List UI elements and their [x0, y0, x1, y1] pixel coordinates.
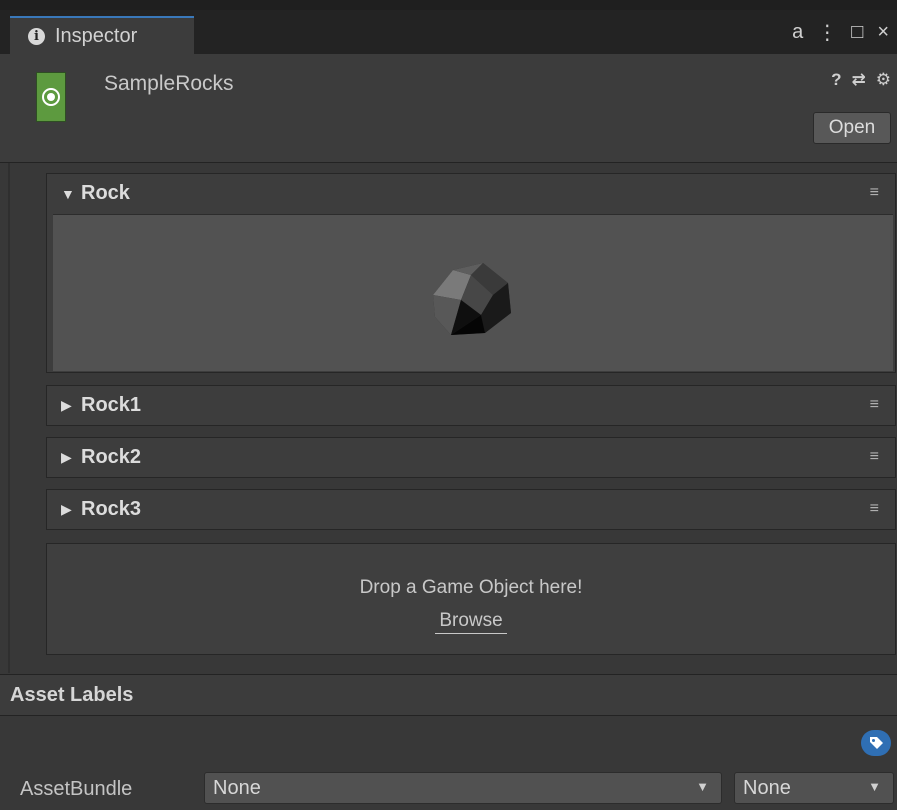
assetbundle-value: None: [213, 776, 261, 799]
foldout-rock1: ▶ Rock1 ≡: [46, 385, 896, 426]
chevron-down-icon[interactable]: ▼: [61, 186, 81, 202]
asset-label-tag-button[interactable]: [861, 730, 891, 756]
gear-icon[interactable]: ⚙: [876, 70, 891, 90]
foldout-rock2: ▶ Rock2 ≡: [46, 437, 896, 478]
maximize-icon[interactable]: □: [851, 21, 863, 44]
game-object-drop-zone[interactable]: Drop a Game Object here! Browse: [46, 543, 896, 655]
inspector-header: [0, 54, 897, 163]
asset-type-icon: [36, 72, 66, 122]
foldout-header-rock[interactable]: ▼ Rock ≡: [47, 174, 895, 213]
chevron-right-icon[interactable]: ▶: [61, 501, 81, 518]
asset-name: SampleRocks: [104, 72, 234, 95]
foldout-title: Rock3: [81, 498, 142, 520]
tag-icon: [870, 737, 883, 749]
assetbundle-variant-dropdown[interactable]: None ▼: [734, 772, 894, 804]
tab-inspector[interactable]: i Inspector: [10, 16, 194, 54]
chevron-down-icon: ▼: [696, 779, 709, 794]
chevron-right-icon[interactable]: ▶: [61, 449, 81, 466]
foldout-title: Rock: [81, 182, 130, 204]
tab-label: Inspector: [55, 24, 138, 47]
assetbundle-label: AssetBundle: [20, 778, 133, 800]
assetbundle-dropdown[interactable]: None ▼: [204, 772, 722, 804]
browse-link[interactable]: Browse: [435, 610, 507, 634]
lock-icon[interactable]: a: [792, 21, 803, 44]
menu-icon[interactable]: ≡: [870, 500, 879, 518]
open-button[interactable]: Open: [813, 112, 891, 144]
chevron-right-icon[interactable]: ▶: [61, 397, 81, 414]
foldout-header-rock3[interactable]: ▶ Rock3 ≡: [47, 490, 895, 529]
asset-labels-header[interactable]: Asset Labels: [0, 674, 897, 716]
drop-zone-message: Drop a Game Object here!: [359, 577, 583, 598]
foldout-rock3: ▶ Rock3 ≡: [46, 489, 896, 530]
window-controls: a ⋮ □ ×: [792, 20, 889, 45]
more-menu-icon[interactable]: ⋮: [817, 20, 837, 45]
asset-labels-title: Asset Labels: [10, 683, 134, 706]
rock-model-icon: [433, 263, 511, 335]
chevron-down-icon: ▼: [868, 779, 881, 794]
foldout-rock: ▼ Rock ≡: [46, 173, 896, 373]
foldout-header-rock2[interactable]: ▶ Rock2 ≡: [47, 438, 895, 477]
assetbundle-variant-value: None: [743, 776, 791, 799]
menu-icon[interactable]: ≡: [870, 448, 879, 466]
close-icon[interactable]: ×: [877, 21, 889, 44]
foldout-title: Rock1: [81, 394, 142, 416]
menu-icon[interactable]: ≡: [870, 396, 879, 414]
window-top-strip: [0, 0, 897, 10]
foldout-header-rock1[interactable]: ▶ Rock1 ≡: [47, 386, 895, 425]
header-icons: ? ⇄ ⚙: [831, 70, 891, 90]
rock-preview: [53, 214, 893, 371]
foldout-title: Rock2: [81, 446, 142, 468]
info-icon: i: [28, 27, 45, 45]
presets-icon[interactable]: ⇄: [852, 70, 866, 90]
help-icon[interactable]: ?: [831, 70, 841, 90]
menu-icon[interactable]: ≡: [870, 184, 879, 202]
left-gutter: [8, 163, 10, 673]
